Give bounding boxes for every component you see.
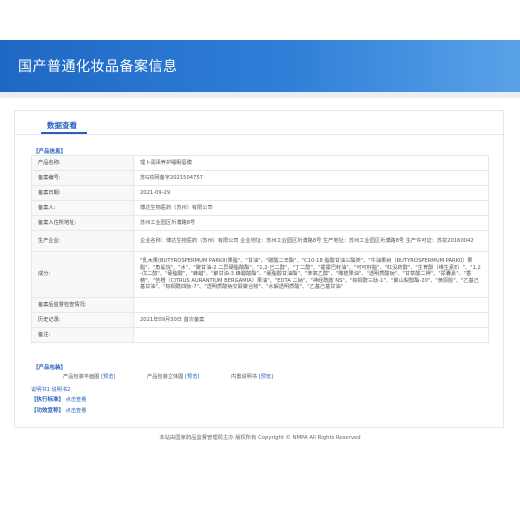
record-card: 数据查看 【产品信息】 产品名称: 理卜润泽养护睡眠唇膜 备案编号: 苏G妆网备…: [14, 110, 504, 428]
row-label: 备案日期:: [31, 185, 134, 201]
table-row: 备案人: 傅达生物医药（苏州）有限公司: [31, 200, 489, 216]
packaging-manual-label: 内置说明书: [231, 374, 257, 380]
packaging-flat: 产品包装平面图 [预览]: [63, 373, 115, 380]
row-value: 理卜润泽养护睡眠唇膜: [133, 155, 489, 171]
manual-links[interactable]: 说明书1 说明书2: [31, 386, 70, 393]
row-label: 备注:: [31, 327, 134, 343]
row-value: 2021年09月30日 首次备案: [133, 312, 489, 328]
product-info-table: 产品名称: 理卜润泽养护睡眠唇膜 备案编号: 苏G妆网备字2021504757 …: [31, 155, 489, 343]
table-row: 生产企业: 企业名称：傅达生物医药（苏州）有限公司 企业地址：苏州工业园区圻濮路…: [31, 230, 489, 252]
row-label: 历史记录:: [31, 312, 134, 328]
table-row: 备案人住所地址: 苏州工业园区圻濮路8号: [31, 215, 489, 231]
packaging-manual-preview-link[interactable]: [预览]: [259, 374, 273, 380]
row-label: 备案人:: [31, 200, 134, 216]
table-row: 备案编号: 苏G妆网备字2021504757: [31, 170, 489, 186]
packaging-manual: 内置说明书 [预览]: [231, 373, 273, 380]
table-row: 成分: "乳木果(BUTYROSPERMUM PARKII)果脂"、"甘油"、"…: [31, 251, 489, 298]
packaging-solid: 产品包装立体图 [预览]: [147, 373, 199, 380]
table-row: 备案日期: 2021-09-29: [31, 185, 489, 201]
standard-row: 【执行标准】 点击查看: [31, 395, 86, 403]
table-row: 历史记录: 2021年09月30日 首次备案: [31, 312, 489, 328]
table-row: 备注:: [31, 327, 489, 343]
row-value: 企业名称：傅达生物医药（苏州）有限公司 企业地址：苏州工业园区圻濮路8号 生产地…: [133, 230, 489, 252]
row-label: 生产企业:: [31, 230, 134, 252]
row-value: 傅达生物医药（苏州）有限公司: [133, 200, 489, 216]
page-title: 国产普通化妆品备案信息: [18, 59, 178, 75]
section-packaging: 【产品包装】: [33, 365, 67, 371]
tab-data-view[interactable]: 数据查看: [47, 120, 77, 131]
footer-copyright: 本站由国家药品监督管理局主办 版权所有 Copyright © NMPA All…: [159, 435, 361, 441]
row-value: 2021-09-29: [133, 185, 489, 201]
table-row: 备案后监督检查情况:: [31, 297, 489, 313]
row-label: 备案人住所地址:: [31, 215, 134, 231]
row-value: 苏G妆网备字2021504757: [133, 170, 489, 186]
packaging-solid-preview-link[interactable]: [预览]: [185, 374, 199, 380]
tab-active-indicator: [41, 132, 87, 134]
packaging-flat-preview-link[interactable]: [预览]: [101, 374, 115, 380]
row-value: 苏州工业园区圻濮路8号: [133, 215, 489, 231]
efficacy-row: 【功效宣称】 点击查看: [31, 406, 86, 414]
row-label: 产品名称:: [31, 155, 134, 171]
packaging-flat-label: 产品包装平面图: [63, 374, 100, 380]
efficacy-view-link[interactable]: 点击查看: [66, 408, 87, 414]
ingredients-value: "乳木果(BUTYROSPERMUM PARKII)果脂"、"甘油"、"碳酸二辛…: [133, 251, 489, 298]
table-row: 产品名称: 理卜润泽养护睡眠唇膜: [31, 155, 489, 171]
header-divider: [0, 92, 520, 98]
section-efficacy: 【功效宣称】: [31, 408, 65, 414]
packaging-solid-label: 产品包装立体图: [147, 374, 184, 380]
row-label: 备案编号:: [31, 170, 134, 186]
row-value: [133, 327, 489, 343]
row-value: [133, 297, 489, 313]
tab-bar: 数据查看: [15, 111, 503, 135]
section-product-info: 【产品信息】: [33, 149, 67, 155]
section-standard: 【执行标准】: [31, 397, 65, 403]
standard-view-link[interactable]: 点击查看: [66, 397, 87, 403]
row-label: 成分:: [31, 251, 134, 298]
row-label: 备案后监督检查情况:: [31, 297, 134, 313]
